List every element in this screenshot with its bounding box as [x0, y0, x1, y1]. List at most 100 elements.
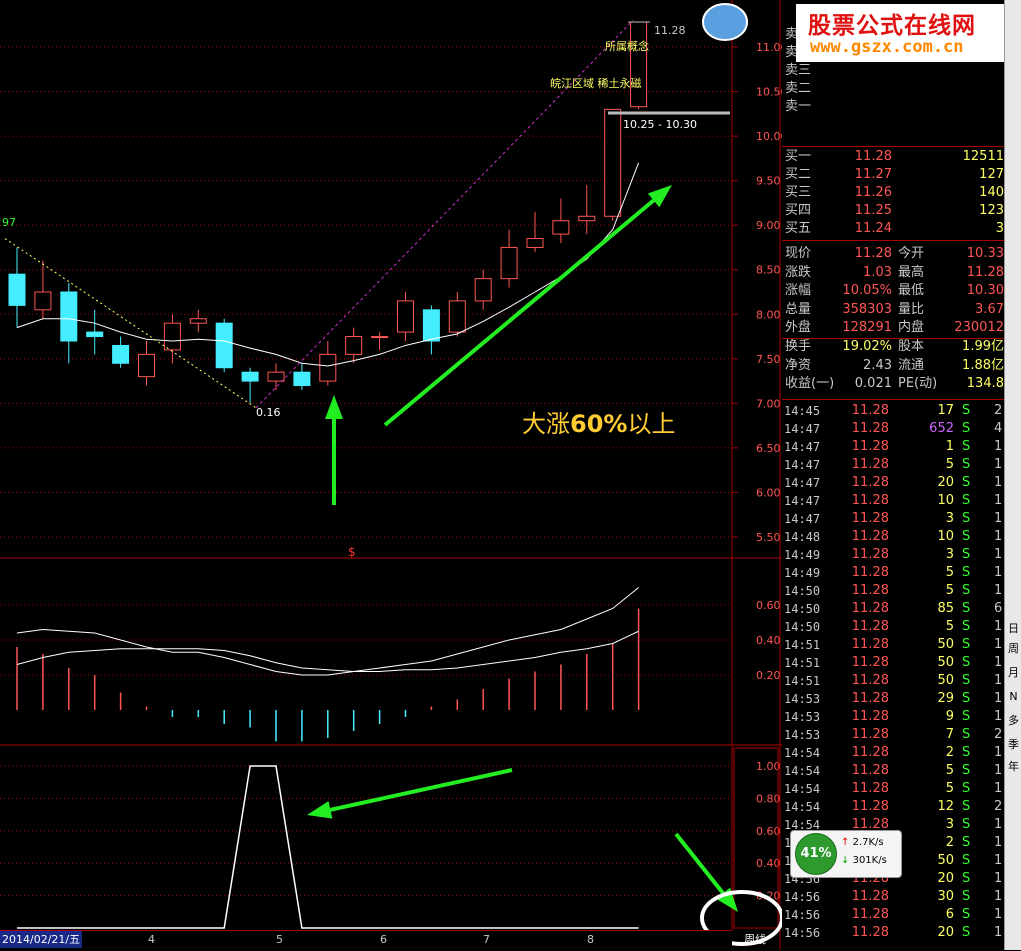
tick-row: 14:54 11.28 5 S 1	[782, 762, 1004, 780]
stat-row: 总量 358303 量比 3.67	[782, 301, 1004, 319]
tick-count: 1	[994, 889, 1003, 904]
tick-price: 11.28	[851, 511, 889, 526]
tick-volume: 50	[937, 673, 954, 688]
macd-tick-label: 0.20	[756, 669, 781, 682]
kline-chart[interactable]: 11.00 10.50 10.00 9.50 9.00 8.50 8.00 7.50 7.00 6…	[0, 0, 782, 950]
tick-volume: 85	[937, 601, 954, 616]
indicator-line	[17, 765, 639, 929]
candle-body	[189, 318, 207, 324]
tick-price: 11.28	[851, 691, 889, 706]
tick-price: 11.28	[851, 637, 889, 652]
buy-level-price: 11.27	[854, 167, 892, 182]
tick-volume: 2	[945, 745, 954, 760]
tick-volume: 5	[945, 583, 954, 598]
stat-row: 收益(一) 0.021 PE(动) 134.8	[782, 375, 1004, 393]
month-label: 7	[483, 933, 490, 946]
tick-count: 1	[994, 475, 1003, 490]
candle-body	[112, 344, 130, 364]
low-label: 0.16	[256, 406, 281, 419]
period-multi-button[interactable]: 多	[1006, 712, 1021, 730]
tick-price: 11.28	[851, 565, 889, 580]
tick-volume: 5	[945, 781, 954, 796]
period-n-button[interactable]: N	[1006, 688, 1021, 706]
candle-body	[34, 291, 52, 311]
indicator-tick-label: 1.00	[756, 760, 781, 773]
tick-price: 11.28	[851, 439, 889, 454]
period-day-button[interactable]: 日	[1006, 620, 1021, 638]
left-label: 97	[2, 216, 16, 229]
stat-value: 1.99亿	[962, 339, 1004, 354]
tick-row: 14:56 11.28 20 S 1	[782, 924, 1004, 942]
stat-label: 总量	[785, 301, 812, 317]
tick-time: 14:47	[784, 440, 821, 454]
stat-label: 外盘	[785, 320, 812, 336]
period-week-button[interactable]: 周	[1006, 640, 1021, 658]
tick-price: 11.28	[851, 673, 889, 688]
tick-side: S	[962, 439, 971, 454]
tick-time: 14:56	[784, 926, 821, 940]
tick-time: 14:47	[784, 494, 821, 508]
stat-value: 11.28	[854, 246, 892, 261]
candle-body	[397, 300, 414, 333]
tick-volume: 50	[937, 637, 954, 652]
tick-row: 14:56 11.28 6 S 1	[782, 906, 1004, 924]
tick-side: S	[962, 565, 971, 580]
indicator-tick-label: 0.60	[756, 825, 781, 838]
stat-label: 内盘	[898, 320, 925, 336]
indicator-tick-label: 0.80	[756, 792, 781, 805]
download-speed: 301K/s	[852, 855, 887, 866]
tick-time: 14:47	[784, 476, 821, 490]
period-season-button[interactable]: 季	[1006, 736, 1021, 754]
tick-side: S	[962, 925, 971, 940]
network-gauge[interactable]: 41% ↑ 2.7K/s ↓ 301K/s	[790, 830, 902, 878]
period-month-button[interactable]: 月	[1006, 664, 1021, 682]
price-tick-label: 9.00	[756, 219, 781, 232]
tick-side: S	[962, 529, 971, 544]
stat-label: PE(动)	[898, 376, 938, 392]
annotation-big-rise: 大涨60%以上	[522, 410, 676, 438]
stat-row: 净资 2.43 流通 1.88亿	[782, 357, 1004, 375]
tick-time: 14:54	[784, 800, 821, 814]
logo-icon	[702, 3, 748, 41]
stat-label: 今开	[898, 246, 925, 261]
tick-count: 1	[994, 493, 1003, 508]
tick-volume: 12	[937, 799, 954, 814]
buy-level-label: 买五	[785, 221, 812, 236]
tick-volume: 5	[945, 565, 954, 580]
tick-volume: 5	[945, 619, 954, 634]
candle-body	[86, 331, 104, 338]
tick-price: 11.28	[851, 745, 889, 760]
period-label[interactable]: 周线	[744, 931, 766, 947]
region-label: 皖江区域 稀土永磁	[550, 77, 642, 90]
buy-level-label: 买四	[785, 203, 812, 218]
price-tick-label: 6.00	[756, 486, 781, 499]
tick-time: 14:54	[784, 764, 821, 778]
buy-level-volume: 12511	[962, 149, 1004, 164]
stat-label: 涨幅	[785, 283, 812, 299]
tick-time: 14:56	[784, 908, 821, 922]
buy-level-label: 买一	[785, 149, 812, 164]
tick-count: 1	[994, 781, 1003, 796]
price-tick-label: 8.00	[756, 308, 781, 321]
tick-count: 4	[994, 421, 1003, 436]
tick-volume: 1	[945, 439, 954, 454]
tick-price: 11.28	[851, 907, 889, 922]
tick-count: 1	[994, 637, 1003, 652]
tick-price: 11.28	[851, 547, 889, 562]
candle-body	[500, 246, 518, 280]
tick-price: 11.28	[851, 889, 889, 904]
buy-level-volume: 123	[979, 203, 1004, 218]
candle-body	[345, 336, 363, 355]
sell-level-row: 卖一	[782, 98, 1004, 116]
arrow-bottom-head	[325, 395, 343, 419]
sell-level-label: 卖一	[785, 99, 812, 114]
stat-label: 最低	[898, 283, 925, 299]
tick-count: 1	[994, 511, 1003, 526]
candle-body	[552, 220, 570, 235]
stat-value: 134.8	[966, 376, 1004, 392]
tick-side: S	[962, 475, 971, 490]
tick-count: 1	[994, 673, 1003, 688]
sell-level-row: 卖二	[782, 80, 1004, 98]
period-year-button[interactable]: 年	[1006, 758, 1021, 776]
separator	[782, 338, 1004, 339]
